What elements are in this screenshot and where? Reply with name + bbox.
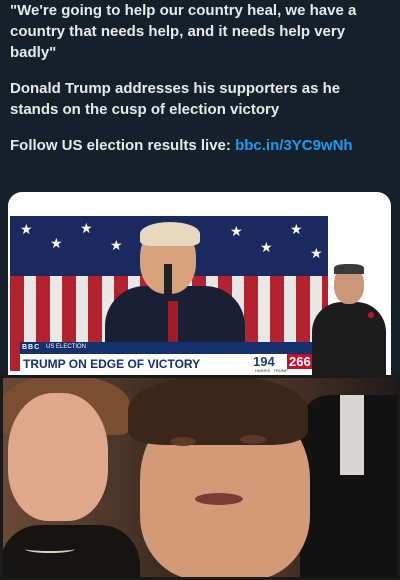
- harris-votes: 194: [253, 354, 275, 369]
- reaction-image: [0, 375, 400, 580]
- poppy-icon: [368, 312, 374, 318]
- speaker-hair: [140, 222, 200, 246]
- trump-votes: 266: [287, 354, 313, 369]
- bbc-logo: BBC: [22, 344, 41, 351]
- broadcast-banner: BBC US ELECTION TRUMP ON EDGE OF VICTORY…: [20, 342, 320, 375]
- banner-strip: BBC US ELECTION: [20, 342, 320, 354]
- tweet-follow: Follow US election results live: bbc.in/…: [10, 135, 390, 156]
- microphone-icon: [164, 264, 172, 294]
- electoral-score: 194 266 HARRIS TRUMP: [235, 354, 320, 375]
- tweet-body: Donald Trump addresses his supporters as…: [10, 80, 341, 118]
- follow-prefix: Follow US election results live:: [10, 137, 236, 154]
- media-card[interactable]: ★ ★ ★ ★ ★ ★ ★ ★ BBC US ELECTION TRUMP ON…: [8, 192, 391, 375]
- headline: TRUMP ON EDGE OF VICTORY: [20, 354, 235, 375]
- tweet-quote: "We're going to help our country heal, w…: [10, 2, 357, 61]
- election-tag: US ELECTION: [46, 344, 87, 350]
- interpreter-hair: [334, 264, 364, 274]
- tweet-panel: "We're going to help our country heal, w…: [0, 0, 400, 375]
- interpreter-suit: [312, 302, 386, 375]
- candidate-labels: HARRIS TRUMP: [255, 368, 288, 373]
- tweet-text: "We're going to help our country heal, w…: [10, 0, 390, 171]
- sign-language-interpreter: [310, 262, 390, 375]
- image-frame: [0, 375, 400, 580]
- results-link[interactable]: bbc.in/3YC9wNh: [235, 137, 353, 154]
